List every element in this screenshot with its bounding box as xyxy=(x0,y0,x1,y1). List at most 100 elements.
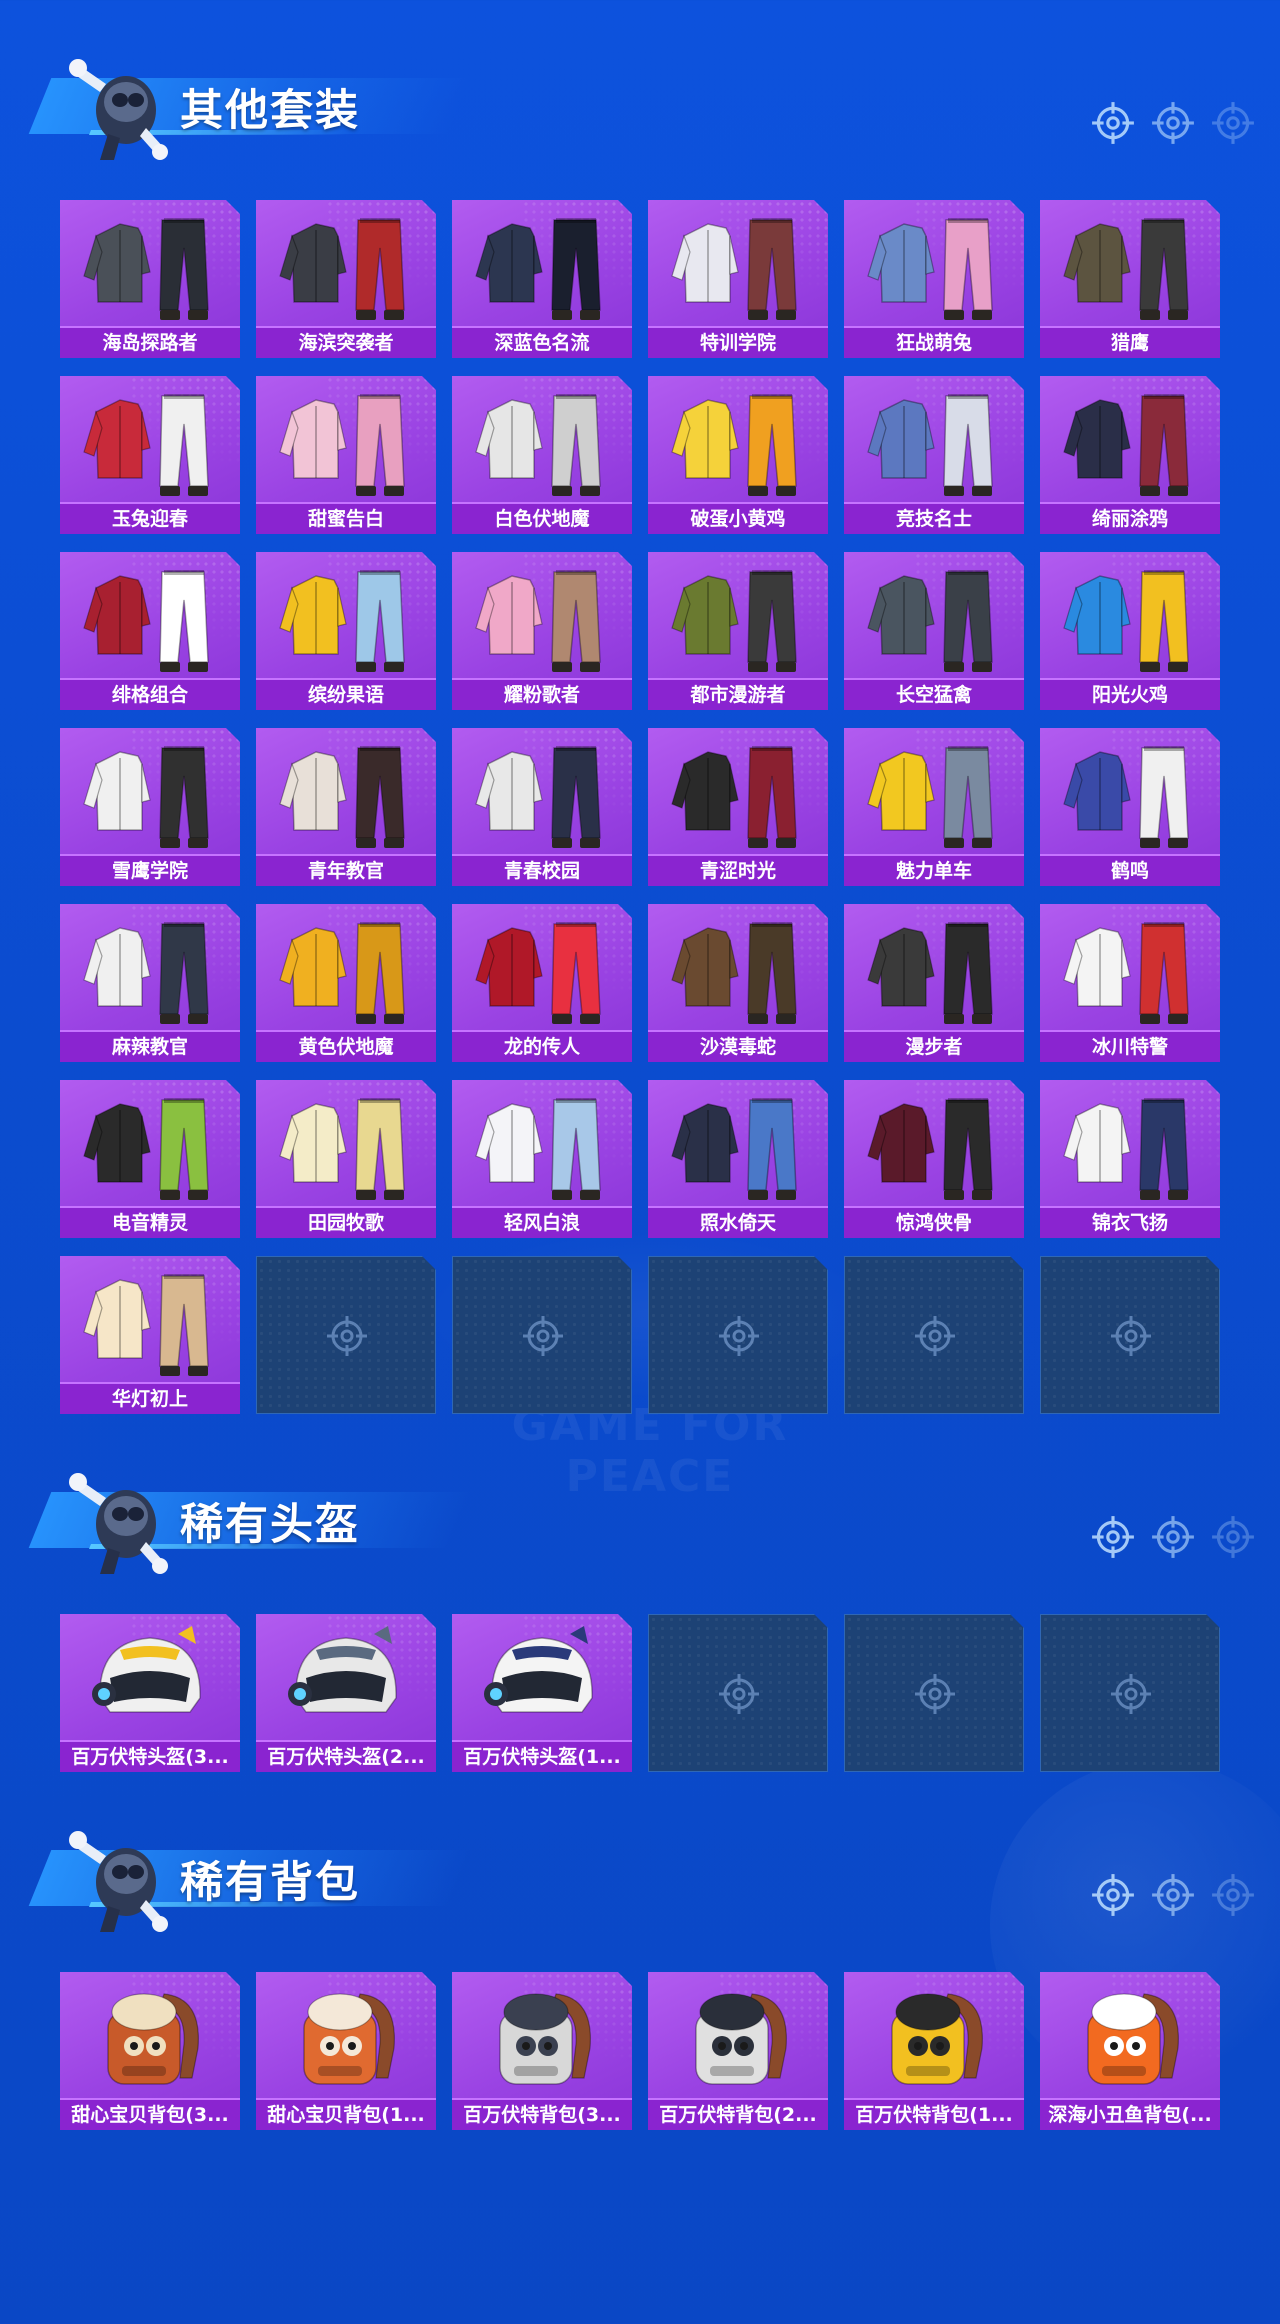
crosshair-icon xyxy=(1210,100,1256,146)
item-card[interactable]: 轻风白浪 xyxy=(452,1080,632,1238)
empty-slot xyxy=(648,1256,828,1414)
item-card[interactable]: 缤纷果语 xyxy=(256,552,436,710)
header-decoration xyxy=(1090,1514,1260,1560)
item-label: 田园牧歌 xyxy=(256,1206,436,1238)
item-label: 甜蜜告白 xyxy=(256,502,436,534)
item-card[interactable]: 百万伏特头盔(2... xyxy=(256,1614,436,1772)
item-card[interactable]: 阳光火鸡 xyxy=(1040,552,1220,710)
item-card[interactable]: 耀粉歌者 xyxy=(452,552,632,710)
outfit-image xyxy=(864,382,1004,502)
item-card[interactable]: 甜蜜告白 xyxy=(256,376,436,534)
backpack-image xyxy=(864,1978,1004,2098)
item-card[interactable]: 龙的传人 xyxy=(452,904,632,1062)
item-card[interactable]: 绯格组合 xyxy=(60,552,240,710)
mascot-icon xyxy=(60,1462,180,1580)
item-card[interactable]: 白色伏地魔 xyxy=(452,376,632,534)
item-card[interactable]: 照水倚天 xyxy=(648,1080,828,1238)
mascot-icon xyxy=(60,48,180,166)
item-label: 甜心宝贝背包(1... xyxy=(256,2098,436,2130)
item-card[interactable]: 狂战萌兔 xyxy=(844,200,1024,358)
outfit-image xyxy=(276,382,416,502)
backpack-image xyxy=(80,1978,220,2098)
item-card[interactable]: 百万伏特背包(1... xyxy=(844,1972,1024,2130)
outfit-image xyxy=(80,1086,220,1206)
item-card[interactable]: 特训学院 xyxy=(648,200,828,358)
item-label: 青年教官 xyxy=(256,854,436,886)
item-card[interactable]: 深蓝色名流 xyxy=(452,200,632,358)
item-card[interactable]: 青春校园 xyxy=(452,728,632,886)
crosshair-icon xyxy=(1109,1314,1153,1358)
crosshair-icon xyxy=(521,1314,565,1358)
item-card[interactable]: 海滨突袭者 xyxy=(256,200,436,358)
outfit-image xyxy=(668,734,808,854)
item-label: 黄色伏地魔 xyxy=(256,1030,436,1062)
item-card[interactable]: 长空猛禽 xyxy=(844,552,1024,710)
item-label: 特训学院 xyxy=(648,326,828,358)
item-label: 电音精灵 xyxy=(60,1206,240,1238)
header-decoration xyxy=(1090,1872,1260,1918)
item-label: 长空猛禽 xyxy=(844,678,1024,710)
item-card[interactable]: 绮丽涂鸦 xyxy=(1040,376,1220,534)
item-label: 鹤鸣 xyxy=(1040,854,1220,886)
item-card[interactable]: 百万伏特背包(2... xyxy=(648,1972,828,2130)
empty-slot xyxy=(256,1256,436,1414)
item-card[interactable]: 雪鹰学院 xyxy=(60,728,240,886)
item-card[interactable]: 华灯初上 xyxy=(60,1256,240,1414)
item-card[interactable]: 鹤鸣 xyxy=(1040,728,1220,886)
item-label: 甜心宝贝背包(3... xyxy=(60,2098,240,2130)
crosshair-icon xyxy=(1090,100,1136,146)
item-card[interactable]: 破蛋小黄鸡 xyxy=(648,376,828,534)
item-card[interactable]: 麻辣教官 xyxy=(60,904,240,1062)
item-card[interactable]: 深海小丑鱼背包(... xyxy=(1040,1972,1220,2130)
item-card[interactable]: 魅力单车 xyxy=(844,728,1024,886)
item-card[interactable]: 漫步者 xyxy=(844,904,1024,1062)
item-card[interactable]: 百万伏特头盔(1... xyxy=(452,1614,632,1772)
item-card[interactable]: 甜心宝贝背包(1... xyxy=(256,1972,436,2130)
item-label: 海岛探路者 xyxy=(60,326,240,358)
outfit-image xyxy=(864,910,1004,1030)
outfit-image xyxy=(1060,558,1200,678)
outfit-image xyxy=(80,558,220,678)
item-label: 青涩时光 xyxy=(648,854,828,886)
item-label: 照水倚天 xyxy=(648,1206,828,1238)
outfit-image xyxy=(668,382,808,502)
item-label: 轻风白浪 xyxy=(452,1206,632,1238)
item-card[interactable]: 猎鹰 xyxy=(1040,200,1220,358)
item-card[interactable]: 电音精灵 xyxy=(60,1080,240,1238)
item-card[interactable]: 锦衣飞扬 xyxy=(1040,1080,1220,1238)
item-card[interactable]: 黄色伏地魔 xyxy=(256,904,436,1062)
item-label: 锦衣飞扬 xyxy=(1040,1206,1220,1238)
item-card[interactable]: 都市漫游者 xyxy=(648,552,828,710)
backpack-image xyxy=(472,1978,612,2098)
item-card[interactable]: 百万伏特头盔(3... xyxy=(60,1614,240,1772)
item-label: 青春校园 xyxy=(452,854,632,886)
item-card[interactable]: 沙漠毒蛇 xyxy=(648,904,828,1062)
item-label: 竞技名士 xyxy=(844,502,1024,534)
item-card[interactable]: 甜心宝贝背包(3... xyxy=(60,1972,240,2130)
crosshair-icon xyxy=(913,1314,957,1358)
item-card[interactable]: 玉兔迎春 xyxy=(60,376,240,534)
empty-slot xyxy=(1040,1256,1220,1414)
outfit-image xyxy=(864,1086,1004,1206)
section-title: 其他套装 xyxy=(180,86,360,136)
item-label: 漫步者 xyxy=(844,1030,1024,1062)
item-label: 破蛋小黄鸡 xyxy=(648,502,828,534)
empty-slot xyxy=(1040,1614,1220,1772)
item-label: 狂战萌兔 xyxy=(844,326,1024,358)
outfit-image xyxy=(1060,206,1200,326)
outfit-image xyxy=(472,910,612,1030)
item-card[interactable]: 冰川特警 xyxy=(1040,904,1220,1062)
item-card[interactable]: 惊鸿侠骨 xyxy=(844,1080,1024,1238)
item-card[interactable]: 百万伏特背包(3... xyxy=(452,1972,632,2130)
item-card[interactable]: 青涩时光 xyxy=(648,728,828,886)
section-header: 稀有头盔 xyxy=(28,1462,1260,1574)
item-label: 百万伏特背包(2... xyxy=(648,2098,828,2130)
item-card[interactable]: 竞技名士 xyxy=(844,376,1024,534)
item-label: 龙的传人 xyxy=(452,1030,632,1062)
item-card[interactable]: 青年教官 xyxy=(256,728,436,886)
item-card[interactable]: 田园牧歌 xyxy=(256,1080,436,1238)
item-label: 猎鹰 xyxy=(1040,326,1220,358)
item-card[interactable]: 海岛探路者 xyxy=(60,200,240,358)
item-label: 惊鸿侠骨 xyxy=(844,1206,1024,1238)
item-label: 玉兔迎春 xyxy=(60,502,240,534)
